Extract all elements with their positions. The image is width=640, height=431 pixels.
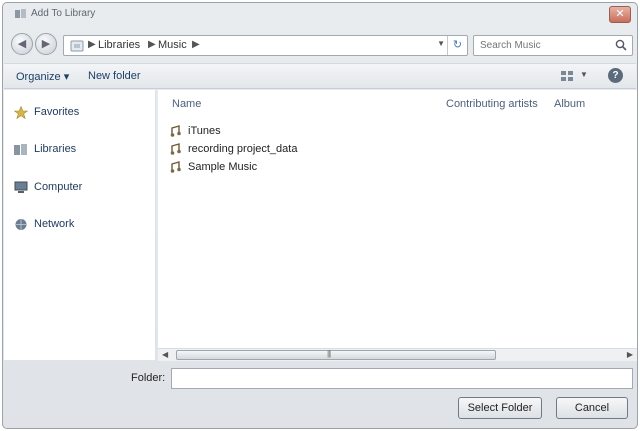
file-name: Sample Music (188, 161, 258, 173)
forward-button[interactable]: ▶ (35, 33, 57, 55)
music-folder-icon (170, 161, 181, 173)
title-bar: Add To Library ✕ (3, 3, 637, 27)
column-header-contributing-artists[interactable]: Contributing artists (446, 98, 538, 110)
star-icon (14, 106, 28, 119)
scroll-right-icon[interactable]: ▶ (627, 350, 633, 359)
help-icon[interactable]: ? (608, 68, 623, 83)
nav-item-label: Favorites (34, 106, 80, 118)
file-list: Name Contributing artists Album iTunes r… (158, 90, 637, 348)
refresh-button[interactable]: ↻ (447, 36, 467, 55)
music-folder-icon (170, 125, 181, 137)
new-folder-button[interactable]: New folder (88, 70, 141, 82)
network-icon (15, 219, 27, 230)
scrollbar-thumb[interactable]: ||| (176, 349, 496, 360)
refresh-icon: ↻ (452, 39, 463, 51)
breadcrumb-separator: ▶ (192, 39, 200, 50)
breadcrumb-music[interactable]: Music (158, 39, 187, 51)
breadcrumb-libraries[interactable]: Libraries (98, 39, 140, 51)
nav-item-label: Computer (34, 181, 83, 193)
cancel-button[interactable]: Cancel (556, 397, 628, 419)
file-name: recording project_data (188, 143, 298, 155)
folder-icon (70, 40, 84, 52)
file-name: iTunes (188, 125, 221, 137)
navigation-pane: Favorites Libraries Computer Network (4, 90, 156, 360)
folder-field[interactable] (171, 368, 633, 389)
close-button[interactable]: ✕ (609, 6, 631, 23)
computer-icon (14, 181, 28, 193)
column-header-name[interactable]: Name (172, 98, 201, 110)
view-options-icon[interactable] (560, 70, 574, 82)
view-dropdown-icon[interactable]: ▼ (580, 70, 588, 79)
search-input[interactable] (474, 36, 610, 55)
breadcrumb-separator: ▶ (88, 39, 96, 50)
scroll-left-icon[interactable]: ◀ (162, 350, 168, 359)
forward-arrow-icon: ▶ (41, 38, 51, 50)
nav-item-label: Network (34, 218, 75, 230)
libraries-icon (14, 144, 27, 155)
close-icon: ✕ (615, 8, 625, 20)
toolbar: Organize ▾ New folder ▼ ? (4, 63, 636, 89)
address-bar[interactable]: ▶ Libraries ▶ Music ▶ ▼ ↻ (63, 35, 468, 56)
search-icon[interactable] (615, 39, 627, 51)
address-dropdown-icon[interactable]: ▼ (437, 39, 445, 48)
breadcrumb-separator: ▶ (148, 39, 156, 50)
back-button[interactable]: ◀ (11, 33, 33, 55)
window-title: Add To Library (31, 8, 96, 19)
select-folder-button[interactable]: Select Folder (458, 397, 542, 419)
folder-label: Folder: (131, 372, 166, 384)
back-arrow-icon: ◀ (17, 38, 27, 50)
column-header-album[interactable]: Album (554, 98, 585, 110)
search-box (473, 35, 633, 56)
horizontal-scrollbar[interactable]: ◀ ||| ▶ (158, 348, 637, 361)
music-folder-icon (170, 143, 181, 155)
organize-button[interactable]: Organize ▾ (16, 70, 69, 83)
nav-item-label: Libraries (34, 143, 77, 155)
library-icon (15, 9, 26, 18)
grip-icon: ||| (327, 349, 331, 358)
add-to-library-dialog: Add To Library ✕ ◀ ▶ ▶ Libraries ▶ Music… (2, 2, 638, 429)
